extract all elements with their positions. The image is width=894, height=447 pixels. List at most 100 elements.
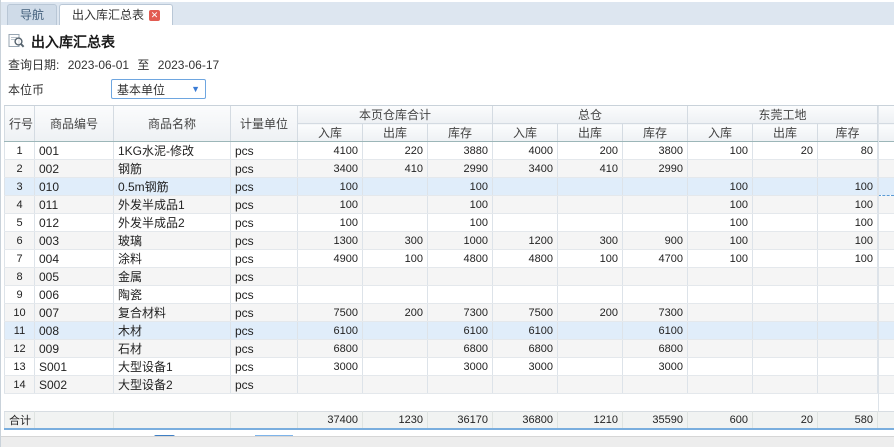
cell-value[interactable] <box>363 376 428 394</box>
cell-value[interactable] <box>363 178 428 196</box>
cell-value[interactable] <box>298 376 363 394</box>
table-row[interactable]: 9006陶瓷pcs <box>5 286 894 304</box>
cell-unit[interactable]: pcs <box>231 178 298 196</box>
unit-select[interactable]: 基本单位 ▼ <box>111 79 206 99</box>
cell-value[interactable] <box>363 358 428 376</box>
cell-unit[interactable]: pcs <box>231 268 298 286</box>
cell-value[interactable]: 410 <box>363 160 428 178</box>
close-tab-icon[interactable]: ✕ <box>149 10 160 21</box>
cell-value[interactable] <box>363 214 428 232</box>
cell-row-number[interactable]: 1 <box>5 142 35 160</box>
cell-value[interactable]: 100 <box>688 178 753 196</box>
cell-value[interactable] <box>688 268 753 286</box>
subcolumn-header[interactable]: 入库 <box>493 124 558 142</box>
cell-value[interactable]: 3880 <box>428 142 493 160</box>
table-row[interactable]: 7004涂料pcs4900100480048001004700100100 <box>5 250 894 268</box>
cell-value[interactable]: 200 <box>363 304 428 322</box>
cell-product-code[interactable]: 005 <box>35 268 114 286</box>
cell-value[interactable] <box>688 286 753 304</box>
cell-product-code[interactable]: 003 <box>35 232 114 250</box>
subcolumn-header[interactable]: 入库 <box>688 124 753 142</box>
cell-value[interactable]: 100 <box>818 250 878 268</box>
cell-partial[interactable] <box>878 250 894 268</box>
cell-value[interactable] <box>818 358 878 376</box>
tab-navigation[interactable]: 导航 <box>7 4 57 25</box>
cell-product-code[interactable]: 004 <box>35 250 114 268</box>
cell-row-number[interactable]: 10 <box>5 304 35 322</box>
cell-value[interactable] <box>818 322 878 340</box>
cell-product-name[interactable]: 1KG水泥-修改 <box>114 142 231 160</box>
cell-value[interactable] <box>753 214 818 232</box>
cell-value[interactable]: 100 <box>688 142 753 160</box>
cell-value[interactable]: 6800 <box>428 340 493 358</box>
cell-value[interactable]: 3000 <box>428 358 493 376</box>
cell-value[interactable]: 3800 <box>623 142 688 160</box>
cell-product-name[interactable]: 陶瓷 <box>114 286 231 304</box>
cell-product-name[interactable]: 大型设备2 <box>114 376 231 394</box>
cell-value[interactable] <box>493 286 558 304</box>
cell-product-code[interactable]: S001 <box>35 358 114 376</box>
table-row[interactable]: 5012外发半成品2pcs100100100100 <box>5 214 894 232</box>
cell-value[interactable]: 4000 <box>493 142 558 160</box>
cell-value[interactable] <box>558 322 623 340</box>
column-header[interactable]: 商品编号 <box>35 106 114 142</box>
cell-value[interactable]: 1000 <box>428 232 493 250</box>
cell-value[interactable] <box>753 178 818 196</box>
cell-value[interactable] <box>688 358 753 376</box>
table-row[interactable]: 12009石材pcs6800680068006800 <box>5 340 894 358</box>
cell-value[interactable]: 4800 <box>428 250 493 268</box>
cell-product-name[interactable]: 涂料 <box>114 250 231 268</box>
cell-product-code[interactable]: 009 <box>35 340 114 358</box>
cell-partial[interactable] <box>878 214 894 232</box>
cell-unit[interactable]: pcs <box>231 322 298 340</box>
cell-partial[interactable] <box>878 286 894 304</box>
cell-value[interactable]: 200 <box>558 304 623 322</box>
cell-value[interactable] <box>623 376 688 394</box>
cell-value[interactable]: 20 <box>753 142 818 160</box>
cell-row-number[interactable]: 3 <box>5 178 35 196</box>
cell-value[interactable] <box>688 376 753 394</box>
cell-partial[interactable] <box>878 358 894 376</box>
cell-product-name[interactable]: 石材 <box>114 340 231 358</box>
cell-value[interactable] <box>753 304 818 322</box>
cell-unit[interactable]: pcs <box>231 286 298 304</box>
column-header[interactable]: 计量单位 <box>231 106 298 142</box>
table-row[interactable]: 14S002大型设备2pcs <box>5 376 894 394</box>
cell-value[interactable] <box>688 304 753 322</box>
cell-unit[interactable]: pcs <box>231 232 298 250</box>
subcolumn-header[interactable]: 库存 <box>623 124 688 142</box>
cell-value[interactable]: 100 <box>688 214 753 232</box>
cell-value[interactable] <box>558 358 623 376</box>
cell-value[interactable]: 100 <box>818 196 878 214</box>
cell-value[interactable]: 100 <box>818 232 878 250</box>
cell-partial[interactable] <box>878 178 894 196</box>
cell-product-code[interactable]: 010 <box>35 178 114 196</box>
cell-value[interactable]: 100 <box>298 178 363 196</box>
cell-value[interactable]: 100 <box>428 196 493 214</box>
cell-value[interactable] <box>558 268 623 286</box>
cell-value[interactable] <box>298 286 363 304</box>
table-row[interactable]: 10007复合材料pcs7500200730075002007300 <box>5 304 894 322</box>
cell-unit[interactable]: pcs <box>231 142 298 160</box>
cell-partial[interactable] <box>878 142 894 160</box>
cell-value[interactable]: 900 <box>623 232 688 250</box>
table-row[interactable]: 6003玻璃pcs130030010001200300900100100 <box>5 232 894 250</box>
cell-row-number[interactable]: 11 <box>5 322 35 340</box>
cell-value[interactable]: 4100 <box>298 142 363 160</box>
cell-value[interactable]: 3000 <box>493 358 558 376</box>
cell-value[interactable]: 220 <box>363 142 428 160</box>
table-row[interactable]: 4011外发半成品1pcs100100100100 <box>5 196 894 214</box>
cell-row-number[interactable]: 12 <box>5 340 35 358</box>
cell-product-code[interactable]: 007 <box>35 304 114 322</box>
cell-value[interactable] <box>818 268 878 286</box>
cell-product-name[interactable]: 金属 <box>114 268 231 286</box>
cell-value[interactable]: 1200 <box>493 232 558 250</box>
cell-value[interactable]: 7500 <box>298 304 363 322</box>
cell-product-code[interactable]: 012 <box>35 214 114 232</box>
cell-product-name[interactable]: 钢筋 <box>114 160 231 178</box>
cell-product-name[interactable]: 大型设备1 <box>114 358 231 376</box>
cell-unit[interactable]: pcs <box>231 376 298 394</box>
cell-value[interactable] <box>493 376 558 394</box>
cell-value[interactable] <box>623 214 688 232</box>
cell-value[interactable] <box>623 268 688 286</box>
